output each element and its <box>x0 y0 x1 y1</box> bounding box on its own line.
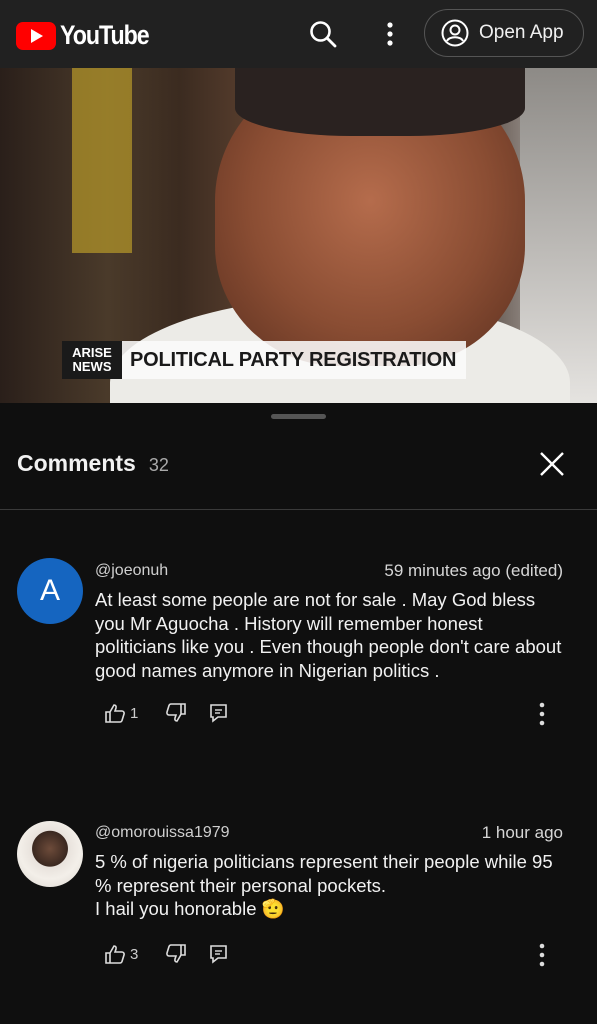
avatar[interactable]: A <box>17 558 83 624</box>
comments-title: Comments <box>17 450 136 476</box>
video-player[interactable]: ARISE NEWS POLITICAL PARTY REGISTRATION <box>0 68 597 403</box>
like-count: 1 <box>130 704 139 722</box>
video-background <box>72 68 132 253</box>
account-icon <box>441 19 469 47</box>
more-options-button[interactable] <box>372 16 408 52</box>
thumbs-down-icon <box>166 944 187 963</box>
reply-button[interactable] <box>209 703 229 723</box>
comments-header: Comments 32 <box>17 450 169 477</box>
comment-author[interactable]: @omorouissa1979 <box>95 824 230 842</box>
reply-icon <box>210 945 228 964</box>
comment-actions: 3 <box>104 944 229 964</box>
comment-actions: 1 <box>104 703 229 723</box>
comment-text-line: I hail you honorable 🫡 <box>95 897 565 921</box>
comment-text-part: I hail you honorable <box>95 898 257 919</box>
news-chyron: ARISE NEWS POLITICAL PARTY REGISTRATION <box>62 341 467 379</box>
video-subject-hair <box>235 68 525 136</box>
avatar-letter: A <box>39 574 60 607</box>
arise-news-logo: ARISE NEWS <box>62 341 122 379</box>
comment-more-icon[interactable] <box>532 702 552 726</box>
chyron-logo-bottom: NEWS <box>72 359 112 374</box>
comments-count: 32 <box>148 455 169 475</box>
like-count: 3 <box>130 945 139 963</box>
youtube-logo[interactable]: YouTube <box>16 20 163 51</box>
chyron-text: POLITICAL PARTY REGISTRATION <box>130 348 457 371</box>
open-app-button[interactable]: Open App <box>424 9 584 57</box>
thumbs-up-icon <box>105 945 125 964</box>
dislike-button[interactable] <box>165 944 187 964</box>
like-button[interactable]: 1 <box>104 703 138 723</box>
reply-icon <box>210 704 228 723</box>
comment-text-line: 5 % of nigeria politicians represent the… <box>95 851 553 896</box>
comment-text: 5 % of nigeria politicians represent the… <box>95 850 565 921</box>
close-icon[interactable] <box>533 445 571 483</box>
avatar[interactable] <box>17 821 83 887</box>
comment-text: At least some people are not for sale . … <box>95 589 562 681</box>
open-app-label: Open App <box>479 22 564 43</box>
divider <box>0 509 597 510</box>
comment-time: 1 hour ago <box>481 823 563 842</box>
like-button[interactable]: 3 <box>104 944 138 964</box>
search-button[interactable] <box>305 16 341 52</box>
comment-time: 59 minutes ago (edited) <box>384 561 563 580</box>
top-bar: YouTube Open App <box>0 0 597 68</box>
salute-emoji-icon: 🫡 <box>261 898 285 919</box>
thumbs-down-icon <box>166 703 187 722</box>
reply-button[interactable] <box>209 944 229 964</box>
thumbs-up-icon <box>105 704 125 723</box>
logo-text: YouTube <box>60 20 150 50</box>
chyron-logo-top: ARISE <box>72 345 112 360</box>
search-icon <box>310 21 337 48</box>
comment-author[interactable]: @joeonuh <box>95 562 168 580</box>
comment-more-icon[interactable] <box>532 943 552 967</box>
dislike-button[interactable] <box>165 703 187 723</box>
youtube-logo-icon <box>16 21 56 50</box>
drag-handle[interactable] <box>271 414 326 419</box>
more-vert-icon <box>387 22 393 46</box>
